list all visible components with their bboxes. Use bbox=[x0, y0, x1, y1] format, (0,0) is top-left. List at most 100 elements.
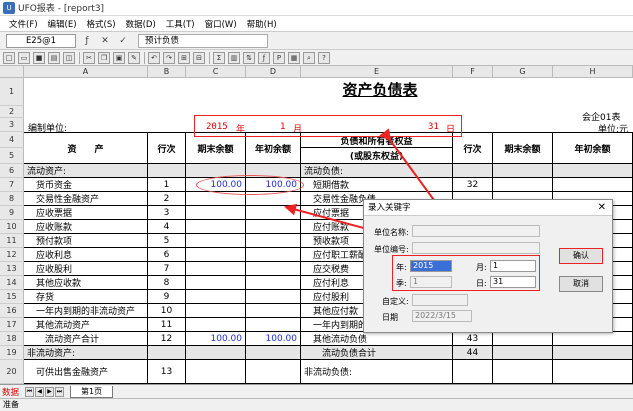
menu-tools[interactable]: 工具(T) bbox=[161, 18, 200, 30]
row-header[interactable]: 18 bbox=[0, 332, 24, 346]
column-header-f[interactable]: F bbox=[453, 66, 493, 78]
row-header[interactable]: 9 bbox=[0, 206, 24, 220]
asset-end-cell[interactable] bbox=[186, 276, 246, 290]
asset-name-cell[interactable]: 可供出售金融资产 bbox=[24, 360, 148, 384]
asset-begin-cell[interactable] bbox=[246, 290, 301, 304]
liability-end-cell[interactable] bbox=[493, 346, 553, 360]
column-header-c[interactable]: C bbox=[186, 66, 246, 78]
paste-icon[interactable]: ▣ bbox=[113, 51, 125, 64]
asset-line-cell[interactable]: 5 bbox=[148, 234, 186, 248]
liability-name-cell[interactable]: 流动负债合计 bbox=[301, 346, 453, 360]
help-icon[interactable]: ? bbox=[318, 51, 330, 64]
asset-line-cell[interactable] bbox=[148, 164, 186, 178]
asset-name-cell[interactable]: 存货 bbox=[24, 290, 148, 304]
asset-line-cell[interactable]: 4 bbox=[148, 220, 186, 234]
liability-begin-cell[interactable] bbox=[553, 360, 633, 384]
row-header[interactable]: 14 bbox=[0, 276, 24, 290]
fill-icon[interactable]: ▦ bbox=[288, 51, 300, 64]
asset-name-cell[interactable]: 一年内到期的非流动资产 bbox=[24, 304, 148, 318]
asset-line-cell[interactable]: 11 bbox=[148, 318, 186, 332]
new-icon[interactable]: □ bbox=[3, 51, 15, 64]
first-sheet-icon[interactable]: ⏮ bbox=[25, 386, 34, 397]
liability-name-cell[interactable]: 流动负债: bbox=[301, 164, 453, 178]
column-header-g[interactable]: G bbox=[493, 66, 553, 78]
liability-end-cell[interactable] bbox=[493, 332, 553, 346]
row-header[interactable]: 20 bbox=[0, 360, 24, 384]
asset-begin-cell[interactable] bbox=[246, 360, 301, 384]
asset-end-cell[interactable] bbox=[186, 318, 246, 332]
row-header[interactable]: 1 bbox=[0, 78, 24, 106]
last-sheet-icon[interactable]: ⏭ bbox=[55, 386, 64, 397]
asset-name-cell[interactable]: 货币资金 bbox=[24, 178, 148, 192]
row-header[interactable]: 7 bbox=[0, 178, 24, 192]
asset-begin-cell[interactable] bbox=[246, 304, 301, 318]
asset-name-cell[interactable]: 流动资产: bbox=[24, 164, 148, 178]
asset-line-cell[interactable]: 13 bbox=[148, 360, 186, 384]
unit-name-field[interactable] bbox=[412, 225, 540, 237]
formula-input[interactable]: 预计负债 bbox=[138, 33, 268, 48]
liability-begin-cell[interactable] bbox=[553, 164, 633, 178]
liability-end-cell[interactable] bbox=[493, 360, 553, 384]
asset-begin-cell[interactable] bbox=[246, 276, 301, 290]
row-header[interactable]: 10 bbox=[0, 220, 24, 234]
row-header[interactable]: 16 bbox=[0, 304, 24, 318]
row-header[interactable]: 11 bbox=[0, 234, 24, 248]
row-header[interactable]: 15 bbox=[0, 290, 24, 304]
liability-name-cell[interactable]: 其他流动负债 bbox=[301, 332, 453, 346]
liability-end-cell[interactable] bbox=[493, 164, 553, 178]
menu-help[interactable]: 帮助(H) bbox=[242, 18, 282, 30]
p-icon[interactable]: P bbox=[273, 51, 285, 64]
column-header-b[interactable]: B bbox=[148, 66, 186, 78]
asset-line-cell[interactable]: 8 bbox=[148, 276, 186, 290]
mode-indicator[interactable]: 数据 bbox=[2, 386, 24, 398]
menu-edit[interactable]: 编辑(E) bbox=[43, 18, 82, 30]
insert-icon[interactable]: ⊞ bbox=[178, 51, 190, 64]
menu-data[interactable]: 数据(D) bbox=[121, 18, 161, 30]
liability-begin-cell[interactable] bbox=[553, 178, 633, 192]
custom-field[interactable] bbox=[412, 294, 468, 306]
cancel-button[interactable]: 取消 bbox=[559, 276, 603, 292]
print-icon[interactable]: ▤ bbox=[48, 51, 60, 64]
redo-icon[interactable]: ↷ bbox=[163, 51, 175, 64]
asset-begin-cell[interactable] bbox=[246, 234, 301, 248]
liability-line-cell[interactable]: 43 bbox=[453, 332, 493, 346]
liability-begin-cell[interactable] bbox=[553, 332, 633, 346]
asset-end-cell[interactable]: 100.00 bbox=[186, 332, 246, 346]
asset-begin-cell[interactable] bbox=[246, 318, 301, 332]
asset-begin-cell[interactable] bbox=[246, 206, 301, 220]
asset-line-cell[interactable]: 10 bbox=[148, 304, 186, 318]
next-sheet-icon[interactable]: ▶ bbox=[45, 386, 54, 397]
row-header[interactable]: 5 bbox=[0, 148, 24, 164]
column-header-e[interactable]: E bbox=[301, 66, 453, 78]
cut-icon[interactable]: ✂ bbox=[83, 51, 95, 64]
row-header[interactable]: 12 bbox=[0, 248, 24, 262]
asset-begin-cell[interactable] bbox=[246, 220, 301, 234]
asset-name-cell[interactable]: 预付款项 bbox=[24, 234, 148, 248]
menu-file[interactable]: 文件(F) bbox=[4, 18, 43, 30]
cell-reference-box[interactable]: E25@1 bbox=[6, 33, 76, 48]
asset-name-cell[interactable]: 其他应收款 bbox=[24, 276, 148, 290]
asset-name-cell[interactable]: 其他流动资产 bbox=[24, 318, 148, 332]
asset-end-cell[interactable] bbox=[186, 248, 246, 262]
row-header[interactable]: 19 bbox=[0, 346, 24, 360]
asset-line-cell[interactable]: 3 bbox=[148, 206, 186, 220]
copy-icon[interactable]: ❐ bbox=[98, 51, 110, 64]
unit-code-field[interactable] bbox=[412, 242, 540, 254]
liability-begin-cell[interactable] bbox=[553, 346, 633, 360]
asset-line-cell[interactable]: 12 bbox=[148, 332, 186, 346]
asset-line-cell[interactable]: 6 bbox=[148, 248, 186, 262]
row-header[interactable]: 17 bbox=[0, 318, 24, 332]
close-icon[interactable]: ✕ bbox=[598, 200, 606, 216]
formula-icon[interactable]: ƒ bbox=[258, 51, 270, 64]
asset-name-cell[interactable]: 应收利息 bbox=[24, 248, 148, 262]
preview-icon[interactable]: ◫ bbox=[63, 51, 75, 64]
menu-window[interactable]: 窗口(W) bbox=[200, 18, 242, 30]
asset-line-cell[interactable]: 1 bbox=[148, 178, 186, 192]
row-header[interactable]: 8 bbox=[0, 192, 24, 206]
sheet-tab[interactable]: 第1页 bbox=[70, 385, 114, 398]
liability-line-cell[interactable] bbox=[453, 164, 493, 178]
liability-end-cell[interactable] bbox=[493, 178, 553, 192]
asset-end-cell[interactable] bbox=[186, 304, 246, 318]
chart-icon[interactable]: ▥ bbox=[228, 51, 240, 64]
column-header-a[interactable]: A bbox=[24, 66, 148, 78]
